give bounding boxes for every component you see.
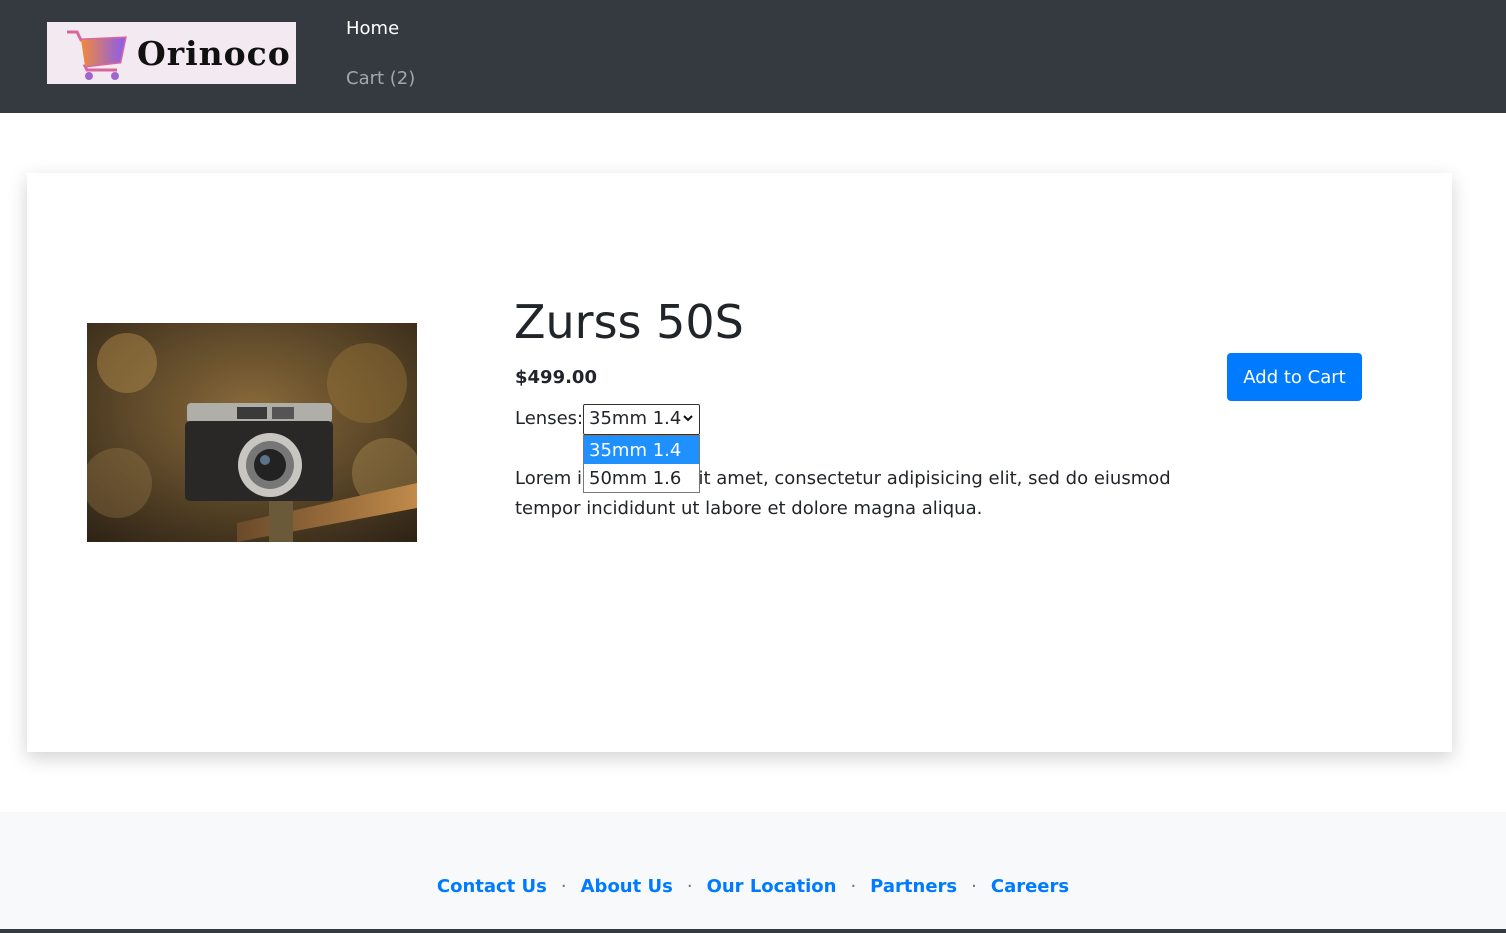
product-image (87, 323, 417, 542)
footer-links: Contact Us · About Us · Our Location · Partner… (0, 876, 1506, 897)
footer-separator: · (686, 876, 693, 897)
add-to-cart-button[interactable]: Add to Cart (1227, 353, 1362, 401)
footer-link-contact[interactable]: Contact Us (437, 876, 547, 897)
navbar: Orinoco Home Cart (2) (0, 0, 1506, 113)
footer-link-location[interactable]: Our Location (707, 876, 837, 897)
lens-option-35mm[interactable]: 35mm 1.4 (584, 436, 699, 464)
footer: Contact Us · About Us · Our Location · Partner… (0, 812, 1506, 929)
footer-link-careers[interactable]: Careers (991, 876, 1069, 897)
camera-photo (87, 323, 417, 542)
lens-select[interactable]: 35mm 1.4 (583, 404, 700, 435)
footer-link-partners[interactable]: Partners (870, 876, 957, 897)
footer-separator: · (560, 876, 567, 897)
lens-option-50mm[interactable]: 50mm 1.6 (584, 464, 699, 492)
product-price: $499.00 (515, 367, 597, 388)
nav-cart-link[interactable]: Cart (2) (346, 68, 415, 89)
bottom-bar (0, 929, 1506, 933)
footer-link-about[interactable]: About Us (581, 876, 673, 897)
footer-separator: · (971, 876, 977, 897)
logo-text: Orinoco (137, 34, 291, 73)
footer-separator: · (850, 876, 857, 897)
chevron-down-icon (683, 415, 693, 422)
product-title: Zurss 50S (514, 295, 744, 349)
lens-select-value: 35mm 1.4 (589, 408, 682, 429)
nav-home-link[interactable]: Home (346, 18, 399, 39)
site-logo[interactable]: Orinoco (47, 22, 296, 84)
shopping-cart-icon (67, 30, 127, 80)
lens-dropdown-list: 35mm 1.4 50mm 1.6 (583, 435, 700, 493)
lenses-label: Lenses: (515, 408, 584, 429)
product-card: Zurss 50S $499.00 Lenses: 35mm 1.4 Lorem… (27, 173, 1452, 752)
